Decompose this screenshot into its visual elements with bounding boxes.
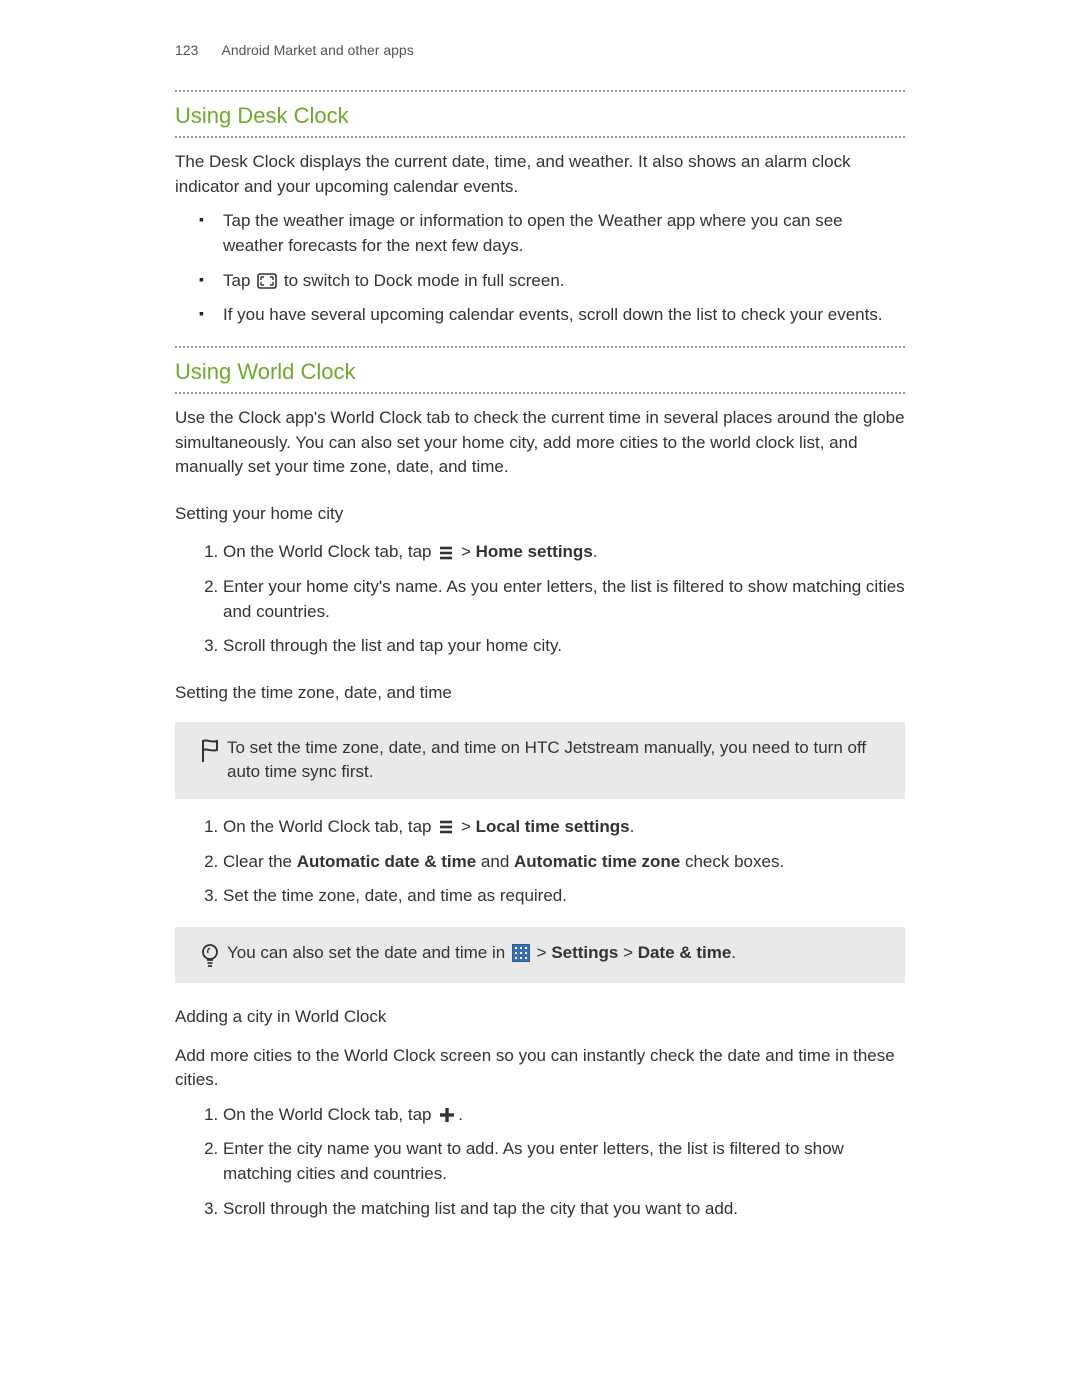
world-clock-intro: Use the Clock app's World Clock tab to c… [175,406,905,480]
flag-icon [193,736,227,764]
timezone-steps: On the World Clock tab, tap > Local time… [175,815,905,909]
text: . [458,1105,463,1124]
sub-title-home-city: Setting your home city [175,502,905,527]
bullet-weather: Tap the weather image or information to … [223,209,905,258]
home-settings-bold: Home settings [476,542,593,561]
step-set-tz: Set the time zone, date, and time as req… [223,884,905,909]
flag-text: To set the time zone, date, and time on … [227,736,891,785]
flag-callout: To set the time zone, date, and time on … [175,722,905,799]
step-home-settings: On the World Clock tab, tap > Home setti… [223,540,905,565]
step-tap-city: Scroll through the matching list and tap… [223,1197,905,1222]
step-clear-checkboxes: Clear the Automatic date & time and Auto… [223,850,905,875]
chapter-title: Android Market and other apps [221,42,413,58]
add-city-steps: On the World Clock tab, tap . Enter the … [175,1103,905,1222]
step-tap-home-city: Scroll through the list and tap your hom… [223,634,905,659]
add-city-intro: Add more cities to the World Clock scree… [175,1044,905,1093]
step-enter-city-name: Enter the city name you want to add. As … [223,1137,905,1186]
text: > [618,943,637,962]
text: . [731,943,736,962]
app-grid-icon [512,944,530,962]
text: . [630,817,635,836]
text: On the World Clock tab, tap [223,817,432,836]
desk-clock-intro: The Desk Clock displays the current date… [175,150,905,199]
step-enter-home-city: Enter your home city's name. As you ente… [223,575,905,624]
page-number: 123 [175,42,198,58]
sub-title-timezone: Setting the time zone, date, and time [175,681,905,706]
auto-date-time-bold: Automatic date & time [297,852,476,871]
step-tap-plus: On the World Clock tab, tap . [223,1103,905,1128]
local-time-settings-bold: Local time settings [476,817,630,836]
text: Clear the [223,852,297,871]
section-title-world-clock: Using World Clock [175,346,905,394]
menu-icon [438,819,454,835]
text: . [593,542,598,561]
tip-callout: You can also set the date and time in > … [175,927,905,983]
text: check boxes. [680,852,784,871]
bullet-calendar-events: If you have several upcoming calendar ev… [223,303,905,328]
text: > [461,817,476,836]
bullet-dock-mode: Tap to switch to Dock mode in full scree… [223,269,905,294]
text: and [476,852,514,871]
text: > [537,943,552,962]
text: On the World Clock tab, tap [223,542,432,561]
text: to switch to Dock mode in full screen. [284,271,565,290]
date-time-bold: Date & time [638,943,732,962]
text: Tap [223,271,250,290]
plus-icon [438,1106,456,1124]
document-page: 123 Android Market and other apps Using … [0,0,1080,1319]
sub-title-add-city: Adding a city in World Clock [175,1005,905,1030]
text: On the World Clock tab, tap [223,1105,432,1124]
step-local-time-settings: On the World Clock tab, tap > Local time… [223,815,905,840]
tip-text: You can also set the date and time in > … [227,941,891,966]
menu-icon [438,545,454,561]
fullscreen-icon [257,273,277,289]
settings-bold: Settings [551,943,618,962]
desk-clock-bullets: Tap the weather image or information to … [175,209,905,328]
text: You can also set the date and time in [227,943,505,962]
running-header: 123 Android Market and other apps [175,40,905,60]
lightbulb-icon [193,941,227,969]
auto-time-zone-bold: Automatic time zone [514,852,680,871]
section-title-desk-clock: Using Desk Clock [175,90,905,138]
text: > [461,542,476,561]
home-city-steps: On the World Clock tab, tap > Home setti… [175,540,905,659]
